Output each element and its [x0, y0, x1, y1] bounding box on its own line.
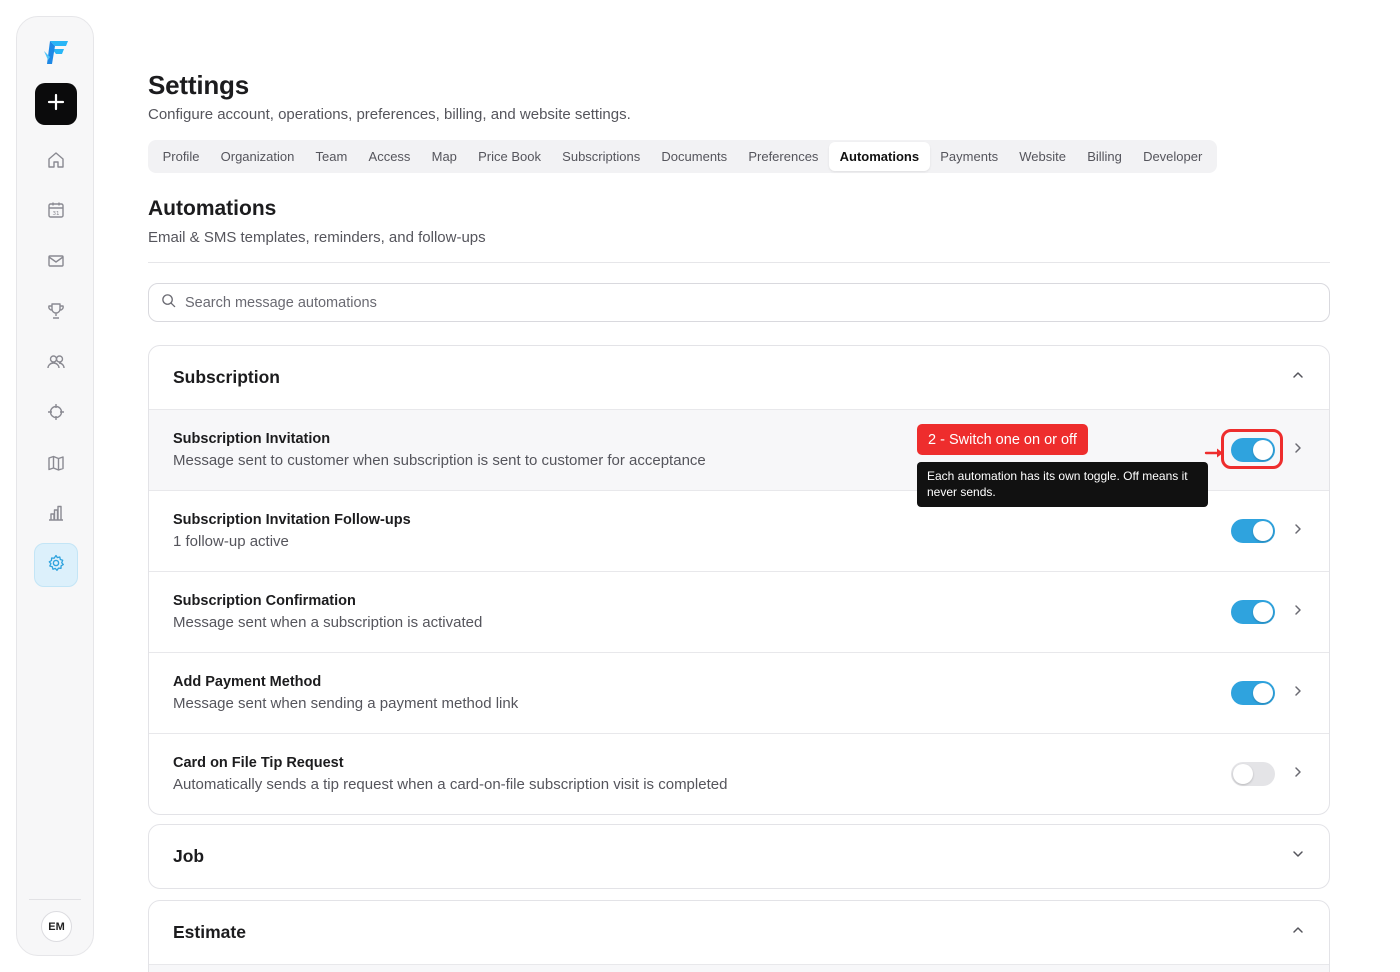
tab-payments[interactable]: Payments [930, 142, 1009, 171]
group-job: Job [148, 824, 1330, 889]
tab-subscriptions[interactable]: Subscriptions [552, 142, 651, 171]
trophy-icon [46, 301, 66, 326]
section-divider [148, 262, 1330, 263]
nav-reports[interactable] [34, 493, 78, 537]
annotation-callout: 2 - Switch one on or off [917, 424, 1088, 455]
automation-description: Message sent when sending a payment meth… [173, 695, 519, 712]
toggle-knob [1253, 602, 1273, 622]
avatar[interactable]: EM [41, 911, 72, 942]
nav-mail[interactable] [34, 241, 78, 285]
tab-map[interactable]: Map [421, 142, 467, 171]
chevron-right-icon[interactable] [1291, 603, 1305, 622]
group-title: Subscription [173, 367, 280, 387]
sidebar: 31 EM [16, 16, 94, 956]
annotation-highlight-ring [1221, 429, 1283, 469]
svg-text:31: 31 [53, 211, 60, 217]
users-icon [46, 352, 66, 377]
search-icon [161, 293, 185, 313]
automation-row-card-on-file-tip[interactable]: Card on File Tip Request Automatically s… [149, 733, 1329, 814]
calendar-icon: 31 [46, 200, 66, 225]
chevron-up-icon [1291, 368, 1305, 387]
toggle-knob [1253, 521, 1273, 541]
toggle-knob [1233, 764, 1253, 784]
tab-billing[interactable]: Billing [1077, 142, 1133, 171]
tab-team[interactable]: Team [305, 142, 358, 171]
tab-website[interactable]: Website [1009, 142, 1077, 171]
nav-calendar[interactable]: 31 [34, 190, 78, 234]
automation-title: Add Payment Method [173, 674, 322, 690]
group-estimate: Estimate [148, 900, 1330, 972]
section-subtitle: Email & SMS templates, reminders, and fo… [148, 229, 486, 246]
automation-row-subscription-confirmation[interactable]: Subscription Confirmation Message sent w… [149, 571, 1329, 652]
brand-logo-icon[interactable] [41, 37, 71, 67]
automation-title: Subscription Invitation Follow-ups [173, 512, 411, 528]
tab-preferences[interactable]: Preferences [738, 142, 829, 171]
nav-map[interactable] [34, 443, 78, 487]
chevron-up-icon [1291, 923, 1305, 942]
new-button[interactable] [35, 83, 77, 125]
automation-title: Card on File Tip Request [173, 755, 344, 771]
tab-documents[interactable]: Documents [651, 142, 738, 171]
chevron-right-icon[interactable] [1291, 765, 1305, 784]
page-title: Settings [148, 70, 249, 100]
automation-title: Subscription Confirmation [173, 593, 356, 609]
group-title: Job [173, 846, 205, 866]
sidebar-divider [29, 899, 81, 900]
group-subscription: Subscription Subscription Invitation Mes… [148, 345, 1330, 815]
group-title: Estimate [173, 922, 246, 942]
annotation-tooltip: Each automation has its own toggle. Off … [917, 462, 1208, 507]
automation-toggle[interactable] [1231, 519, 1275, 543]
section-title: Automations [148, 197, 277, 220]
chevron-right-icon[interactable] [1291, 441, 1305, 460]
nav-home[interactable] [34, 140, 78, 184]
estimate-first-row [149, 964, 1329, 972]
automation-row-add-payment-method[interactable]: Add Payment Method Message sent when sen… [149, 652, 1329, 733]
tab-profile[interactable]: Profile [152, 142, 210, 171]
annotation-arrow-icon [1204, 446, 1226, 465]
target-icon [46, 402, 66, 427]
map-icon [46, 453, 66, 478]
automation-toggle[interactable] [1231, 600, 1275, 624]
automation-description: 1 follow-up active [173, 533, 289, 550]
automation-description: Automatically sends a tip request when a… [173, 776, 728, 793]
group-header-subscription[interactable]: Subscription [149, 346, 1329, 409]
automation-toggle[interactable] [1231, 681, 1275, 705]
gear-icon [46, 553, 66, 578]
automation-description: Message sent when a subscription is acti… [173, 614, 483, 631]
tab-developer[interactable]: Developer [1132, 142, 1212, 171]
tab-organization[interactable]: Organization [210, 142, 305, 171]
nav-target[interactable] [34, 392, 78, 436]
automation-toggle[interactable] [1231, 762, 1275, 786]
group-header-estimate[interactable]: Estimate [149, 901, 1329, 964]
nav-trophy[interactable] [34, 291, 78, 335]
page-subtitle: Configure account, operations, preferenc… [148, 106, 631, 123]
search-box [148, 283, 1330, 322]
tab-automations[interactable]: Automations [829, 142, 930, 171]
bar-chart-icon [46, 503, 66, 528]
search-input[interactable] [185, 294, 1285, 311]
group-header-job[interactable]: Job [149, 825, 1329, 888]
tab-price-book[interactable]: Price Book [468, 142, 552, 171]
chevron-down-icon [1291, 847, 1305, 866]
nav-settings[interactable] [34, 543, 78, 587]
tab-access[interactable]: Access [358, 142, 421, 171]
home-icon [46, 150, 66, 175]
mail-icon [46, 251, 66, 276]
plus-icon [47, 93, 65, 116]
chevron-right-icon[interactable] [1291, 522, 1305, 541]
settings-tabs: Profile Organization Team Access Map Pri… [148, 140, 1217, 173]
toggle-knob [1253, 683, 1273, 703]
nav-users[interactable] [34, 342, 78, 386]
chevron-right-icon[interactable] [1291, 684, 1305, 703]
